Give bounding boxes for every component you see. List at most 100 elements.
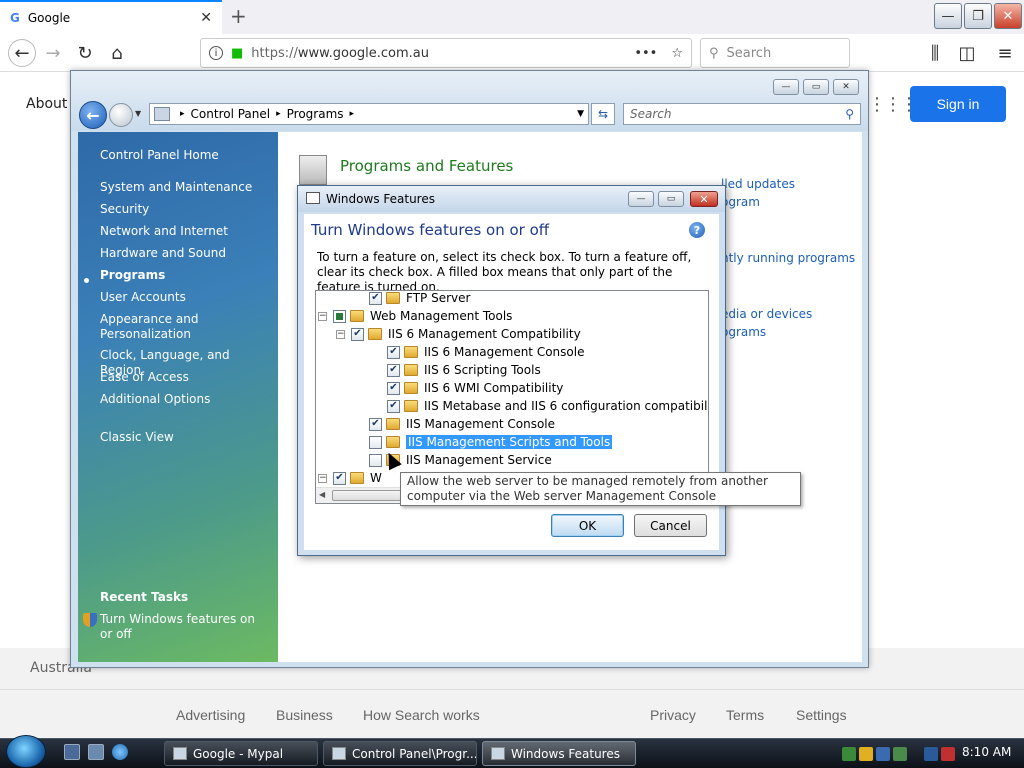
home-icon[interactable]: ⌂ (104, 40, 130, 66)
internet-explorer-icon[interactable] (112, 744, 128, 760)
apps-grid-icon[interactable]: ⋮⋮⋮ (868, 94, 918, 115)
browser-search-input[interactable]: ⚲ Search (700, 38, 850, 68)
expand-collapse-icon[interactable]: − (318, 311, 327, 321)
tray-monitor-icon[interactable] (924, 747, 938, 761)
programs-and-features-title[interactable]: Programs and Features (340, 157, 513, 175)
forward-arrow-icon[interactable] (109, 103, 133, 127)
tree-row[interactable]: ✔ IIS Metabase and IIS 6 configuration co… (372, 397, 708, 415)
breadcrumb-arrow-icon[interactable]: ▸ (276, 109, 281, 119)
show-desktop-icon[interactable] (64, 744, 80, 760)
expand-collapse-icon[interactable]: − (336, 329, 345, 339)
sidebar-item-system-and-maintenance[interactable]: System and Maintenance (100, 180, 265, 195)
sidebar-item-ease-of-access[interactable]: Ease of Access (100, 370, 265, 385)
tree-row[interactable]: IIS Management Scripts and Tools (354, 433, 613, 451)
scroll-left-icon[interactable]: ◀ (319, 490, 325, 499)
view-installed-updates-link[interactable]: lled updates (721, 177, 795, 191)
footer-link-terms[interactable]: Terms (726, 707, 764, 723)
feature-checkbox[interactable]: ✔ (333, 471, 346, 485)
sidebar-item-hardware-and-sound[interactable]: Hardware and Sound (100, 246, 265, 261)
restore-button[interactable]: ❐ (964, 3, 992, 29)
switch-windows-icon[interactable] (88, 744, 104, 760)
taskbar-item-mypal[interactable]: Google - Mypal (164, 741, 318, 766)
program-link[interactable]: ogram (721, 195, 760, 209)
footer-link-privacy[interactable]: Privacy (650, 707, 696, 723)
reload-icon[interactable]: ↻ (72, 40, 98, 66)
cp-search-input[interactable]: Search ⚲ (623, 103, 861, 125)
footer-link-business[interactable]: Business (276, 707, 333, 723)
tree-row[interactable]: − ✔ IIS 6 Management Compatibility (336, 325, 581, 343)
google-about-link[interactable]: About (26, 96, 67, 112)
sidebar-item-additional-options[interactable]: Additional Options (100, 392, 265, 407)
feature-checkbox[interactable]: ✔ (387, 345, 400, 359)
feature-label[interactable]: Web Management Tools (370, 309, 512, 323)
info-icon[interactable]: i (209, 46, 223, 60)
breadcrumb-control-panel[interactable]: Control Panel (191, 107, 271, 121)
feature-label[interactable]: IIS Management Scripts and Tools (406, 435, 613, 449)
feature-label[interactable]: W (370, 471, 382, 485)
bookmark-star-icon[interactable]: ☆ (671, 46, 683, 61)
menu-icon[interactable]: ≡ (992, 40, 1018, 66)
url-bar[interactable]: i ■ https://www.google.com.au ••• ☆ (200, 38, 692, 68)
feature-checkbox[interactable]: ✔ (387, 399, 400, 413)
feature-checkbox[interactable] (333, 309, 346, 323)
back-arrow-icon[interactable]: ← (79, 101, 107, 129)
breadcrumb-arrow-icon[interactable]: ▸ (350, 109, 355, 119)
expand-collapse-icon[interactable]: − (318, 473, 327, 483)
feature-label[interactable]: IIS 6 Management Compatibility (388, 327, 581, 341)
browser-tab-google[interactable]: G Google ✕ (0, 0, 222, 34)
history-dropdown-icon[interactable]: ▼ (135, 109, 141, 118)
tree-row[interactable]: ✔ IIS 6 Scripting Tools (372, 361, 541, 379)
feature-label[interactable]: IIS Management Console (406, 417, 555, 431)
breadcrumb-arrow-icon[interactable]: ▸ (180, 109, 185, 119)
feature-checkbox[interactable]: ✔ (351, 327, 364, 341)
tray-warning-icon[interactable] (859, 747, 873, 761)
cp-minimize-button[interactable]: — (773, 79, 799, 95)
breadcrumb-programs[interactable]: Programs (287, 107, 344, 121)
cp-maximize-button[interactable]: ▭ (803, 79, 829, 95)
sidebar-item-user-accounts[interactable]: User Accounts (100, 290, 265, 305)
taskbar-item-windows-features[interactable]: Windows Features (482, 741, 636, 766)
feature-checkbox[interactable]: ✔ (387, 381, 400, 395)
dialog-minimize-button[interactable]: — (628, 191, 654, 207)
recent-task-link[interactable]: Turn Windows features on or off (100, 612, 260, 642)
back-arrow-icon[interactable]: ← (8, 39, 36, 67)
feature-label[interactable]: IIS 6 WMI Compatibility (424, 381, 563, 395)
tray-app-icon[interactable] (893, 747, 907, 761)
sidebar-item-appearance[interactable]: Appearance and Personalization (100, 312, 210, 342)
minimize-button[interactable]: — (934, 3, 962, 29)
sidebar-item-classic-view[interactable]: Classic View (100, 430, 265, 445)
footer-link-how-search-works[interactable]: How Search works (363, 707, 480, 723)
media-devices-link[interactable]: edia or devices (721, 307, 812, 321)
refresh-icon[interactable]: ⇆ (591, 103, 615, 125)
address-bar[interactable]: ▸ Control Panel ▸ Programs ▸ ▼ (149, 103, 589, 125)
page-actions-icon[interactable]: ••• (634, 46, 657, 61)
tree-row[interactable]: ✔ IIS Management Console (354, 415, 555, 433)
sidebar-item-security[interactable]: Security (100, 202, 265, 217)
feature-label[interactable]: IIS 6 Scripting Tools (424, 363, 541, 377)
address-dropdown-icon[interactable]: ▼ (577, 109, 584, 119)
tree-row[interactable]: ✔ FTP Server (354, 291, 470, 307)
tray-volume-muted-icon[interactable] (941, 747, 955, 761)
sidebar-item-programs[interactable]: Programs (100, 268, 265, 283)
feature-checkbox[interactable]: ✔ (369, 291, 382, 305)
dialog-maximize-button[interactable]: ▭ (658, 191, 684, 207)
footer-link-settings[interactable]: Settings (796, 707, 847, 723)
new-tab-button[interactable]: + (230, 4, 247, 28)
sidebar-item-control-panel-home[interactable]: Control Panel Home (100, 148, 265, 163)
tree-row[interactable]: ✔ IIS 6 WMI Compatibility (372, 379, 563, 397)
dialog-close-button[interactable]: ✕ (690, 191, 718, 207)
feature-label[interactable]: IIS 6 Management Console (424, 345, 584, 359)
tree-row[interactable]: − Web Management Tools (318, 307, 512, 325)
library-icon[interactable]: ⫼ (922, 40, 948, 66)
feature-label[interactable]: IIS Management Service (406, 453, 552, 467)
feature-checkbox[interactable]: ✔ (369, 417, 382, 431)
taskbar-clock[interactable]: 8:10 AM (962, 745, 1011, 759)
forward-arrow-icon[interactable]: → (40, 40, 66, 66)
feature-checkbox[interactable] (369, 453, 382, 467)
sidebar-toggle-icon[interactable]: ◫ (954, 40, 980, 66)
close-window-button[interactable]: ✕ (994, 3, 1022, 29)
feature-label[interactable]: IIS Metabase and IIS 6 configuration com… (424, 399, 708, 413)
search-icon[interactable]: ⚲ (845, 107, 854, 121)
taskbar-item-control-panel[interactable]: Control Panel\Progr... (323, 741, 477, 766)
feature-checkbox[interactable] (369, 435, 382, 449)
